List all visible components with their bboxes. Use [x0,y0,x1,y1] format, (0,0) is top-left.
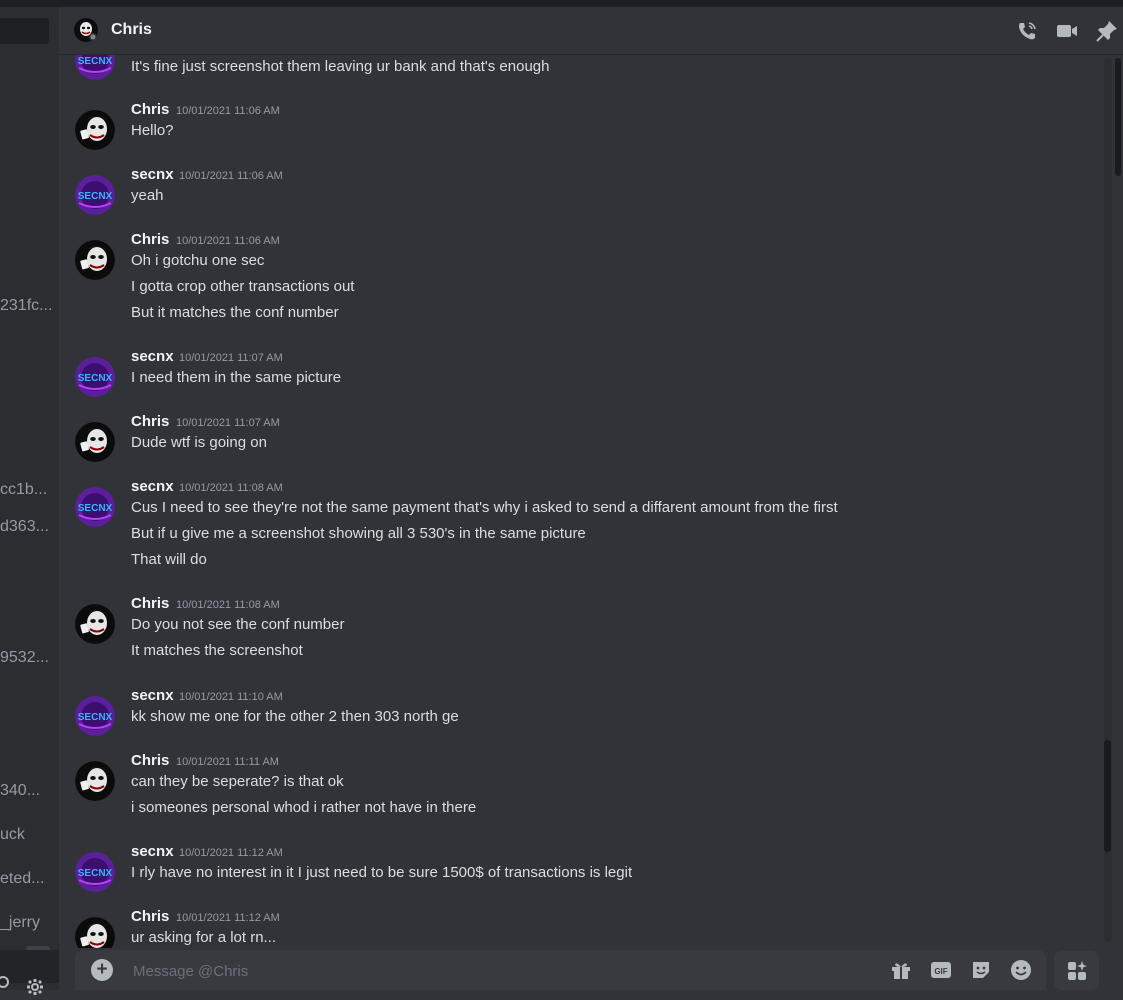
message-author[interactable]: secnx [131,687,174,704]
message-timestamp: 10/01/2021 11:11 AM [176,756,279,768]
message-text: ur asking for a lot rn... [131,929,277,946]
svg-text:SECNX: SECNX [78,191,113,202]
avatar-secnx[interactable]: SECNX [75,696,115,736]
avatar-secnx[interactable]: SECNX [75,357,115,397]
message-timestamp: 10/01/2021 11:06 AM [176,105,280,117]
message-author[interactable]: Chris [131,231,169,248]
message-text: Cus I need to see they're not the same p… [131,499,838,516]
avatar-secnx[interactable]: SECNX [75,852,115,892]
avatar-chris[interactable] [75,422,115,462]
dm-item-label[interactable]: eted... [0,870,59,888]
message-text: It matches the screenshot [131,642,303,659]
gif-icon[interactable]: GIF [930,959,952,981]
message-input[interactable] [131,958,835,984]
svg-text:GIF: GIF [934,967,947,976]
message-text: Dude wtf is going on [131,434,267,451]
message-text: I need them in the same picture [131,369,342,386]
avatar-secnx[interactable]: SECNX [75,487,115,527]
message-text: Do you not see the conf number [131,616,345,633]
dm-item-label[interactable]: 340... [0,782,59,800]
message-timestamp: 10/01/2021 11:12 AM [176,912,280,924]
page-scrollbar-thumb[interactable] [1115,58,1121,176]
scrollbar-thumb[interactable] [1104,740,1111,852]
sticker-icon[interactable] [970,959,992,981]
svg-text:SECNX: SECNX [78,373,113,384]
message-timestamp: 10/01/2021 11:07 AM [176,417,280,429]
dm-item-label[interactable]: 231fc... [0,297,59,315]
message-text: Hello? [131,122,174,139]
message-list[interactable]: SECNX It's fine just screenshot them leav… [59,55,1104,948]
message-text: i someones personal whod i rather not ha… [131,799,477,816]
message-composer: + GIF [75,950,1046,990]
dm-item-label[interactable]: 9532... [0,649,59,667]
apps-icon [1068,961,1087,980]
message-text: Oh i gotchu one sec [131,252,265,269]
emoji-icon[interactable] [1010,959,1032,981]
message-author[interactable]: secnx [131,348,174,365]
message-text: I gotta crop other transactions out [131,278,355,295]
message-text: It's fine just screenshot them leaving u… [131,58,550,75]
dm-item-label[interactable]: d363... [0,518,59,536]
attach-plus-icon[interactable]: + [91,959,113,981]
message-author[interactable]: secnx [131,166,174,183]
message-author[interactable]: secnx [131,843,174,860]
svg-text:SECNX: SECNX [78,712,113,723]
headset-icon[interactable] [0,975,10,993]
dm-sidebar: 231fc... cc1b... d363... 9532... 340... … [0,7,59,990]
dm-item-label[interactable]: uck [0,826,59,844]
message-timestamp: 10/01/2021 11:10 AM [179,691,283,703]
message-timestamp: 10/01/2021 11:06 AM [179,170,283,182]
window-top-strip [0,0,1123,7]
pinned-messages-icon[interactable] [1095,19,1119,43]
header-title: Chris [111,21,152,38]
find-conversation-search[interactable] [0,18,49,44]
message-author[interactable]: Chris [131,908,169,925]
message-author[interactable]: Chris [131,752,169,769]
message-author[interactable]: Chris [131,595,169,612]
voice-call-icon[interactable] [1015,19,1039,43]
message-text: That will do [131,551,207,568]
message-text: yeah [131,187,164,204]
message-author[interactable]: Chris [131,413,169,430]
message-timestamp: 10/01/2021 11:07 AM [179,352,283,364]
avatar-chris[interactable] [75,917,115,948]
message-text: kk show me one for the other 2 then 303 … [131,708,459,725]
svg-text:SECNX: SECNX [78,868,113,879]
header-avatar[interactable] [74,18,98,42]
svg-text:SECNX: SECNX [78,56,113,67]
video-call-icon[interactable] [1055,19,1079,43]
message-author[interactable]: secnx [131,478,174,495]
app-launcher-button[interactable] [1054,951,1099,990]
dm-header: Chris [59,7,1123,55]
avatar-chris[interactable] [75,761,115,801]
gift-icon[interactable] [890,959,912,981]
message-timestamp: 10/01/2021 11:08 AM [179,482,283,494]
message-timestamp: 10/01/2021 11:12 AM [179,847,283,859]
dm-item-label[interactable]: cc1b... [0,481,59,499]
avatar-chris[interactable] [75,110,115,150]
avatar-chris[interactable] [75,604,115,644]
message-text: But it matches the conf number [131,304,339,321]
message-timestamp: 10/01/2021 11:06 AM [176,235,280,247]
dm-item-label[interactable]: _jerry [0,914,59,932]
svg-text:SECNX: SECNX [78,503,113,514]
avatar-secnx[interactable]: SECNX [75,55,115,80]
message-author[interactable]: Chris [131,101,169,118]
message-timestamp: 10/01/2021 11:08 AM [176,599,280,611]
message-text: can they be seperate? is that ok [131,773,344,790]
avatar-secnx[interactable]: SECNX [75,175,115,215]
avatar-chris[interactable] [75,240,115,280]
gear-icon[interactable] [26,978,44,1000]
message-text: But if u give me a screenshot showing al… [131,525,586,542]
message-text: I rly have no interest in it I just need… [131,864,633,881]
